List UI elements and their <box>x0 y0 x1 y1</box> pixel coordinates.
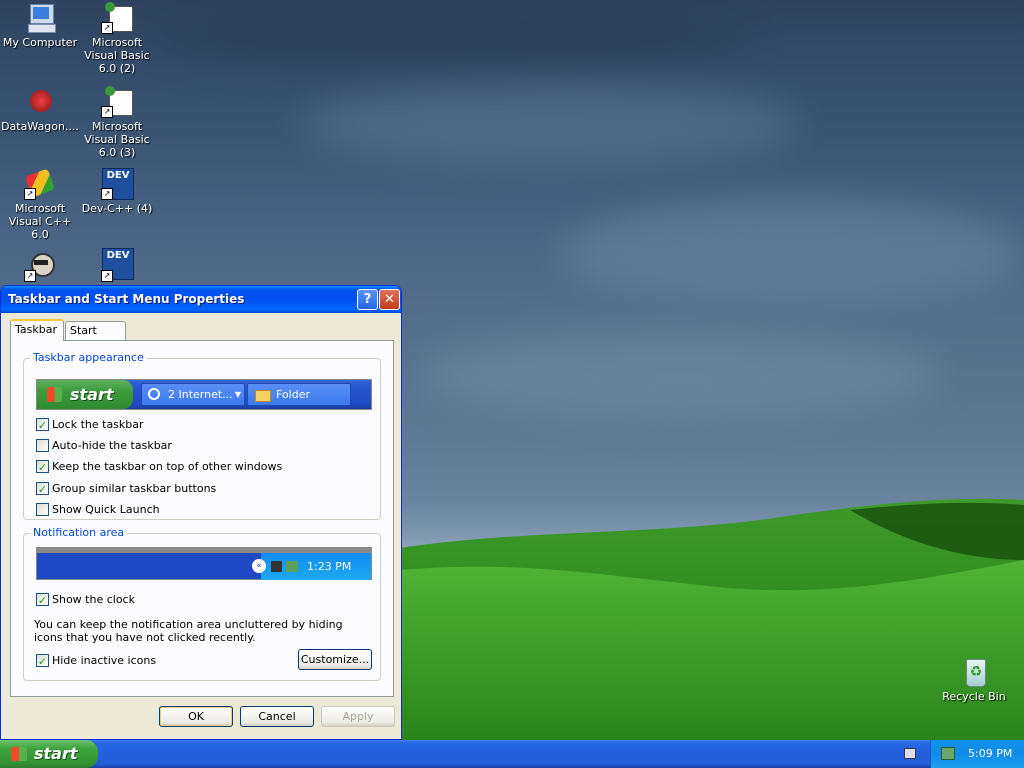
start-label: start <box>34 744 78 763</box>
notification-preview: « 1:23 PM <box>36 547 372 580</box>
customize-button[interactable]: Customize... <box>298 649 372 670</box>
devcpp-icon: DEV ↗ <box>101 168 134 200</box>
clock[interactable]: 5:09 PM <box>968 747 1012 760</box>
taskbar-properties-dialog: Taskbar and Start Menu Properties ? ✕ Ta… <box>0 285 402 740</box>
network-icon <box>271 561 282 572</box>
desktop-icon-vcpp[interactable]: ↗ Microsoft Visual C++ 6.0 <box>0 168 80 241</box>
vcpp-icon: ↗ <box>24 168 56 200</box>
help-button[interactable]: ? <box>357 289 378 310</box>
check-mark-icon: ✓ <box>37 461 48 474</box>
desktop-icon-devcpp[interactable]: DEV ↗ <box>77 248 157 284</box>
dropdown-arrow-icon: ▼ <box>234 390 241 399</box>
preview-start-label: start <box>70 385 114 404</box>
desktop-icon-my-computer[interactable]: My Computer <box>0 2 80 49</box>
preview-taskbar-button: 2 Internet... ▼ <box>141 383 245 406</box>
check-mark-icon: ✓ <box>37 594 48 607</box>
preview-clock: 1:23 PM <box>307 560 352 573</box>
chevron-left-icon: « <box>252 559 266 573</box>
check-mark-icon: ✓ <box>37 483 48 496</box>
ok-button[interactable]: OK <box>159 706 233 727</box>
windows-logo-icon <box>47 387 62 402</box>
tab-panel: Taskbar appearance start 2 Internet... ▼… <box>10 340 394 697</box>
group-title: Notification area <box>30 526 128 539</box>
keyboard-icon[interactable] <box>904 748 916 759</box>
notification-area-group: Notification area « 1:23 PM ✓ Show the c… <box>23 526 381 681</box>
folder-icon <box>255 390 271 402</box>
notification-description: You can keep the notification area unclu… <box>34 618 343 644</box>
recycle-bin-icon: ♻ <box>958 656 990 688</box>
preview-tray: « 1:23 PM <box>252 553 371 580</box>
apply-button[interactable]: Apply <box>321 706 395 727</box>
preview-start-button: start <box>37 380 133 409</box>
tab-taskbar[interactable]: Taskbar <box>10 319 64 341</box>
network-icon[interactable] <box>941 747 955 760</box>
vb6-icon: 32 ↗ <box>101 86 133 118</box>
network-icon <box>286 561 298 572</box>
windows-logo-icon <box>11 747 27 761</box>
check-mark-icon: ✓ <box>37 655 48 668</box>
desktop-icon-vb6-3[interactable]: 32 ↗ Microsoft Visual Basic 6.0 (3) <box>77 86 157 159</box>
vb6-icon: 32 ↗ <box>101 2 133 34</box>
preview-taskbar-button: Folder <box>247 383 351 406</box>
dialog-title: Taskbar and Start Menu Properties <box>8 292 245 306</box>
datawagon-icon <box>24 86 56 118</box>
devcpp-icon: DEV ↗ <box>101 248 134 282</box>
raccoon-icon: ↗ <box>24 250 56 282</box>
desktop-icon-raccoon[interactable]: ↗ <box>0 250 80 284</box>
check-mark-icon: ✓ <box>37 419 48 432</box>
cancel-button[interactable]: Cancel <box>240 706 314 727</box>
dialog-title-bar[interactable]: Taskbar and Start Menu Properties ? ✕ <box>1 286 401 313</box>
start-button[interactable]: start <box>0 740 98 768</box>
system-tray: 5:09 PM <box>930 740 1024 768</box>
desktop-icon-recycle-bin[interactable]: ♻ Recycle Bin <box>934 656 1014 703</box>
taskbar-preview: start 2 Internet... ▼ Folder <box>36 379 372 410</box>
taskbar: start 5:09 PM <box>0 740 1024 768</box>
desktop-icon-vb6-2[interactable]: 32 ↗ Microsoft Visual Basic 6.0 (2) <box>77 2 157 75</box>
desktop-icon-devcpp-4[interactable]: DEV ↗ Dev-C++ (4) <box>77 168 157 215</box>
ie-icon <box>148 388 160 400</box>
taskbar-appearance-group: Taskbar appearance start 2 Internet... ▼… <box>23 351 381 520</box>
group-title: Taskbar appearance <box>30 351 147 364</box>
close-button[interactable]: ✕ <box>379 289 400 310</box>
tab-start-menu[interactable]: Start Menu <box>65 321 126 355</box>
my-computer-icon <box>24 2 56 34</box>
desktop-icon-datawagon[interactable]: DataWagon.... <box>0 86 80 133</box>
